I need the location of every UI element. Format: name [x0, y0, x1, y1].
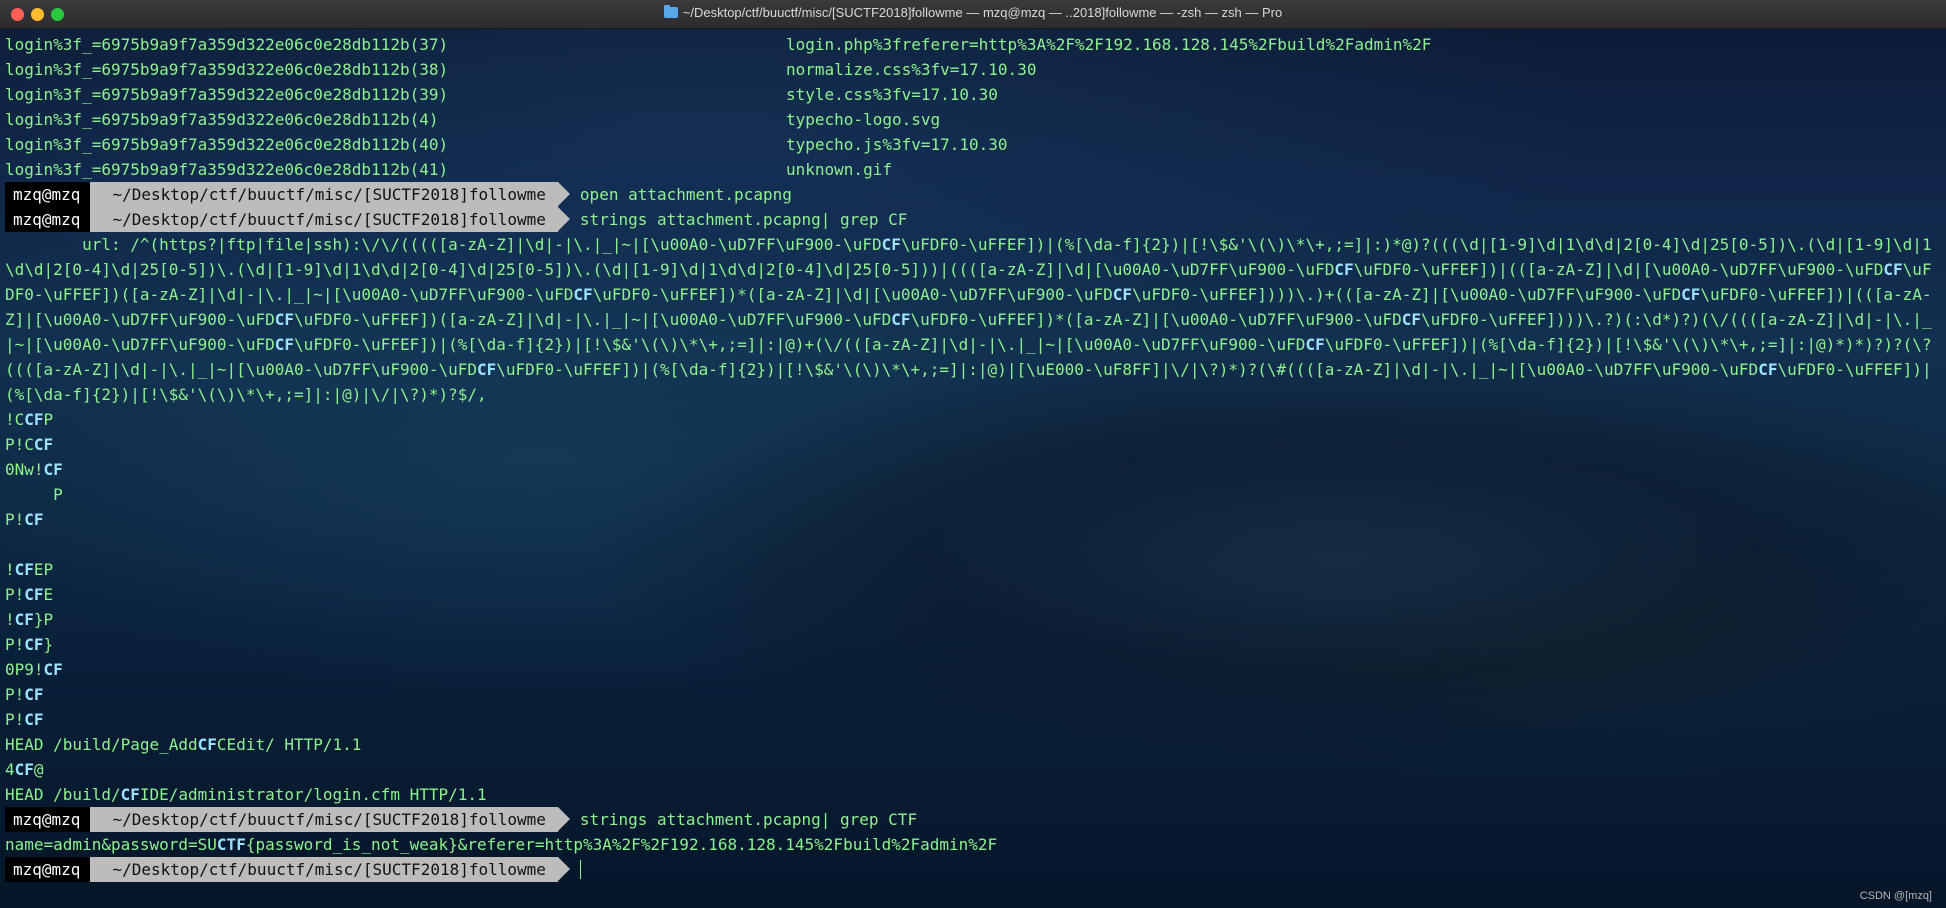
title-bar: ~/Desktop/ctf/buuctf/misc/[SUCTF2018]fol… [0, 0, 1946, 29]
listing-left-file: login%3f_=6975b9a9f7a359d322e06c0e28db11… [5, 135, 449, 154]
command-text: strings attachment.pcapng| grep CTF [579, 810, 918, 829]
listing-left-file: login%3f_=6975b9a9f7a359d322e06c0e28db11… [5, 110, 439, 129]
listing-row: login%3f_=6975b9a9f7a359d322e06c0e28db11… [5, 57, 1941, 82]
grep-cf-output: url: /^(https?|ftp|file|ssh):\/\/(((([a-… [5, 232, 1941, 807]
prompt-path: ~/Desktop/ctf/buuctf/misc/[SUCTF2018]fol… [90, 182, 571, 207]
grep-cf-output-line [5, 532, 1941, 557]
listing-right-file: login.php%3freferer=http%3A%2F%2F192.168… [786, 35, 1432, 54]
grep-cf-output-line: !CF}P [5, 610, 54, 629]
grep-match-highlight: CF [14, 760, 34, 779]
listing-row: login%3f_=6975b9a9f7a359d322e06c0e28db11… [5, 157, 1941, 182]
file-listing: login%3f_=6975b9a9f7a359d322e06c0e28db11… [5, 32, 1941, 182]
grep-cf-output-line: !CCFP [5, 410, 54, 429]
command-text: open attachment.pcapng [579, 185, 792, 204]
grep-match-highlight: CF [881, 235, 901, 254]
grep-cf-output-line: P!CCF [5, 435, 54, 454]
grep-cf-output-line: !CFEP [5, 560, 54, 579]
grep-match-highlight: CF [1112, 285, 1133, 304]
grep-match-highlight: CF [1401, 310, 1422, 329]
listing-row: login%3f_=6975b9a9f7a359d322e06c0e28db11… [5, 32, 1941, 57]
listing-row: login%3f_=6975b9a9f7a359d322e06c0e28db11… [5, 82, 1941, 107]
prompt-path: ~/Desktop/ctf/buuctf/misc/[SUCTF2018]fol… [90, 207, 571, 232]
grep-cf-output-line: P!CF [5, 710, 44, 729]
prompt-user: mzq@mzq [5, 807, 103, 832]
grep-cf-output-line: P [5, 485, 63, 504]
grep-cf-output-line: P!CF [5, 510, 44, 529]
active-prompt-line[interactable]: mzq@mzq ~/Desktop/ctf/buuctf/misc/[SUCTF2… [5, 857, 1941, 882]
grep-cf-output-line: P!CFE [5, 585, 54, 604]
grep-match-highlight: CF [14, 560, 34, 579]
grep-cf-output-line: url: /^(https?|ftp|file|ssh):\/\/(((([a-… [5, 235, 1932, 404]
text-cursor [579, 860, 581, 879]
grep-match-highlight: CF [24, 635, 44, 654]
terminal-window: ~/Desktop/ctf/buuctf/misc/[SUCTF2018]fol… [0, 0, 1946, 908]
listing-left-file: login%3f_=6975b9a9f7a359d322e06c0e28db11… [5, 35, 449, 54]
grep-match-highlight: CTF [216, 835, 246, 854]
window-title-text: ~/Desktop/ctf/buuctf/misc/[SUCTF2018]fol… [682, 5, 1283, 20]
grep-match-highlight: CF [573, 285, 593, 304]
grep-match-highlight: CF [24, 510, 44, 529]
grep-cf-output-line: 0P9!CF [5, 660, 63, 679]
listing-row: login%3f_=6975b9a9f7a359d322e06c0e28db11… [5, 107, 1941, 132]
terminal-content[interactable]: login%3f_=6975b9a9f7a359d322e06c0e28db11… [5, 32, 1941, 882]
grep-match-highlight: CF [1883, 260, 1903, 279]
grep-match-highlight: CF [197, 735, 217, 754]
listing-right-file: unknown.gif [786, 160, 892, 179]
grep-match-highlight: CF [24, 710, 44, 729]
prompt-line: mzq@mzq ~/Desktop/ctf/buuctf/misc/[SUCTF2… [5, 182, 1941, 207]
grep-match-highlight: CF [43, 460, 63, 479]
grep-match-highlight: CF [274, 310, 294, 329]
grep-match-highlight: CF [14, 610, 34, 629]
grep-match-highlight: CF [1305, 335, 1325, 354]
grep-match-highlight: CF [24, 685, 44, 704]
command-text: strings attachment.pcapng| grep CF [579, 210, 908, 229]
grep-match-highlight: CF [274, 335, 294, 354]
prompt-user: mzq@mzq [5, 207, 103, 232]
watermark: CSDN @[mzq] [1859, 890, 1932, 902]
grep-match-highlight: CF [891, 310, 911, 329]
grep-ctf-output-line: name=admin&password=SUCTF{password_is_no… [5, 835, 998, 854]
grep-cf-output-line: HEAD /build/Page_AddCFCEdit/ HTTP/1.1 [5, 735, 362, 754]
grep-cf-output-line: P!CF} [5, 635, 54, 654]
listing-right-file: style.css%3fv=17.10.30 [786, 85, 998, 104]
folder-icon [663, 5, 678, 18]
grep-match-highlight: CF [1334, 260, 1354, 279]
listing-left-file: login%3f_=6975b9a9f7a359d322e06c0e28db11… [5, 60, 449, 79]
prompt-user: mzq@mzq [5, 857, 103, 882]
listing-left-file: login%3f_=6975b9a9f7a359d322e06c0e28db11… [5, 160, 449, 179]
grep-match-highlight: CF [24, 410, 44, 429]
grep-match-highlight: CF [120, 785, 140, 804]
window-title: ~/Desktop/ctf/buuctf/misc/[SUCTF2018]fol… [0, 5, 1946, 20]
prompt-line: mzq@mzq ~/Desktop/ctf/buuctf/misc/[SUCTF2… [5, 807, 1941, 832]
prompt-line: mzq@mzq ~/Desktop/ctf/buuctf/misc/[SUCTF2… [5, 207, 1941, 232]
prompt-path: ~/Desktop/ctf/buuctf/misc/[SUCTF2018]fol… [90, 857, 571, 882]
grep-match-highlight: CF [477, 360, 497, 379]
grep-match-highlight: CF [1681, 285, 1701, 304]
grep-cf-output-line: P!CF [5, 685, 44, 704]
listing-right-file: typecho-logo.svg [786, 110, 941, 129]
listing-right-file: typecho.js%3fv=17.10.30 [786, 135, 1008, 154]
grep-match-highlight: CF [43, 660, 63, 679]
grep-match-highlight: CF [1758, 360, 1778, 379]
grep-cf-output-line: 0Nw!CF [5, 460, 63, 479]
listing-right-file: normalize.css%3fv=17.10.30 [786, 60, 1037, 79]
listing-row: login%3f_=6975b9a9f7a359d322e06c0e28db11… [5, 132, 1941, 157]
prompt-path: ~/Desktop/ctf/buuctf/misc/[SUCTF2018]fol… [90, 807, 571, 832]
grep-cf-output-line: HEAD /build/CFIDE/administrator/login.cf… [5, 785, 487, 804]
grep-cf-output-line: 4CF@ [5, 760, 44, 779]
grep-match-highlight: CF [24, 585, 44, 604]
grep-match-highlight: CF [33, 435, 54, 454]
prompt-user: mzq@mzq [5, 182, 103, 207]
listing-left-file: login%3f_=6975b9a9f7a359d322e06c0e28db11… [5, 85, 449, 104]
